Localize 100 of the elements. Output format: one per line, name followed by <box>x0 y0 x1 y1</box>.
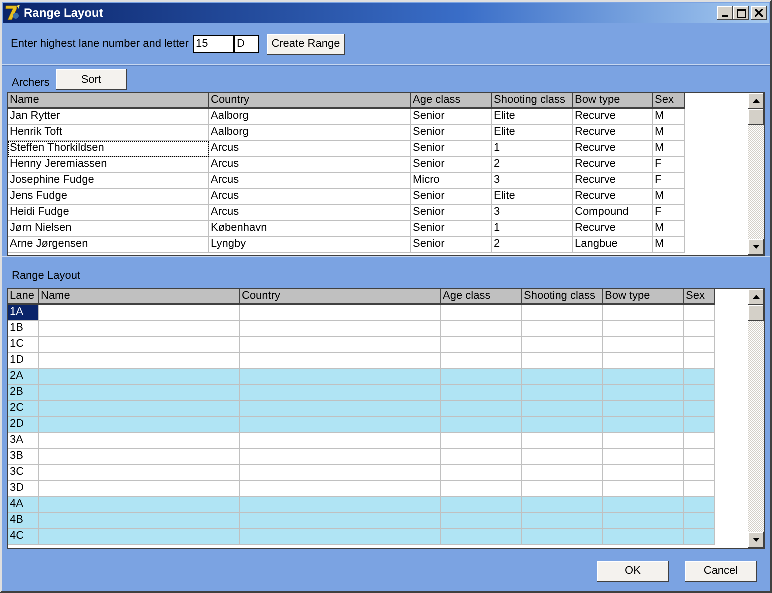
scrollbar[interactable] <box>747 289 764 548</box>
column-header[interactable]: Country <box>209 93 411 109</box>
lane-cell[interactable]: 4C <box>8 529 39 545</box>
table-row[interactable]: 4B <box>8 513 715 529</box>
column-header[interactable]: Country <box>240 289 441 305</box>
table-cell[interactable]: Steffen Thorkildsen <box>8 141 209 157</box>
table-cell[interactable]: Recurve <box>573 125 653 141</box>
cancel-button[interactable]: Cancel <box>685 560 757 582</box>
table-cell[interactable]: 3 <box>492 205 573 221</box>
column-header[interactable]: Sex <box>684 289 715 305</box>
minimize-button[interactable] <box>717 6 733 20</box>
table-cell[interactable]: Recurve <box>573 141 653 157</box>
column-header[interactable]: Sex <box>653 93 685 109</box>
table-cell[interactable]: 1 <box>492 221 573 237</box>
table-cell[interactable]: Jørn Nielsen <box>8 221 209 237</box>
table-row[interactable]: 4A <box>8 497 715 513</box>
table-cell[interactable]: København <box>209 221 411 237</box>
table-cell[interactable]: Arcus <box>209 157 411 173</box>
scrollbar[interactable] <box>747 93 764 255</box>
table-cell[interactable]: Recurve <box>573 173 653 189</box>
ok-button[interactable]: OK <box>597 560 669 582</box>
table-cell[interactable]: Henrik Toft <box>8 125 209 141</box>
table-row[interactable]: 1B <box>8 321 715 337</box>
table-row[interactable]: 2B <box>8 385 715 401</box>
table-cell[interactable]: Senior <box>411 141 492 157</box>
table-cell[interactable]: M <box>653 189 685 205</box>
scroll-thumb[interactable] <box>748 305 764 321</box>
table-cell[interactable]: M <box>653 221 685 237</box>
table-row[interactable]: 4C <box>8 529 715 545</box>
table-row[interactable]: 3C <box>8 465 715 481</box>
table-cell[interactable]: Recurve <box>573 189 653 205</box>
table-cell[interactable]: 2 <box>492 157 573 173</box>
table-cell[interactable]: Recurve <box>573 157 653 173</box>
column-header[interactable]: Name <box>39 289 240 305</box>
column-header[interactable]: Bow type <box>603 289 684 305</box>
table-cell[interactable]: Senior <box>411 205 492 221</box>
table-cell[interactable]: Aalborg <box>209 109 411 125</box>
table-cell[interactable]: Elite <box>492 189 573 205</box>
table-cell[interactable]: Recurve <box>573 109 653 125</box>
close-button[interactable] <box>751 6 767 20</box>
table-cell[interactable]: Arcus <box>209 141 411 157</box>
table-cell[interactable]: Senior <box>411 157 492 173</box>
table-cell[interactable]: M <box>653 125 685 141</box>
table-row[interactable]: 2A <box>8 369 715 385</box>
table-cell[interactable]: Jens Fudge <box>8 189 209 205</box>
column-header[interactable]: Shooting class <box>522 289 603 305</box>
table-row[interactable]: 1C <box>8 337 715 353</box>
table-cell[interactable]: 2 <box>492 237 573 253</box>
lane-cell[interactable]: 1B <box>8 321 39 337</box>
table-cell[interactable]: Jan Rytter <box>8 109 209 125</box>
scroll-up-button[interactable] <box>748 289 764 305</box>
table-row[interactable]: 3B <box>8 449 715 465</box>
lane-cell[interactable]: 1C <box>8 337 39 353</box>
table-cell[interactable]: Senior <box>411 221 492 237</box>
table-cell[interactable]: M <box>653 141 685 157</box>
table-row[interactable]: 1A <box>8 305 715 321</box>
table-cell[interactable]: 3 <box>492 173 573 189</box>
table-cell[interactable]: Elite <box>492 109 573 125</box>
lane-cell[interactable]: 1A <box>8 305 39 321</box>
table-cell[interactable]: Compound <box>573 205 653 221</box>
table-cell[interactable]: Josephine Fudge <box>8 173 209 189</box>
table-cell[interactable]: 1 <box>492 141 573 157</box>
table-cell[interactable]: Arne Jørgensen <box>8 237 209 253</box>
table-cell[interactable]: Recurve <box>573 221 653 237</box>
table-cell[interactable]: M <box>653 109 685 125</box>
table-cell[interactable]: Senior <box>411 109 492 125</box>
table-cell[interactable]: Aalborg <box>209 125 411 141</box>
column-header[interactable]: Shooting class <box>492 93 573 109</box>
table-row[interactable]: 3A <box>8 433 715 449</box>
scroll-up-button[interactable] <box>748 93 764 109</box>
maximize-button[interactable] <box>733 6 749 20</box>
table-cell[interactable]: Henny Jeremiassen <box>8 157 209 173</box>
table-row[interactable]: 2D <box>8 417 715 433</box>
table-cell[interactable]: F <box>653 157 685 173</box>
table-cell[interactable]: Micro <box>411 173 492 189</box>
table-cell[interactable]: Arcus <box>209 173 411 189</box>
column-header[interactable]: Age class <box>441 289 522 305</box>
create-range-button[interactable]: Create Range <box>266 34 345 54</box>
column-header[interactable]: Name <box>8 93 209 109</box>
scroll-thumb[interactable] <box>748 109 764 125</box>
scroll-down-button[interactable] <box>748 239 764 255</box>
lane-number-field[interactable]: 15 <box>192 35 234 53</box>
table-cell[interactable]: Arcus <box>209 189 411 205</box>
lane-cell[interactable]: 2D <box>8 417 39 433</box>
lane-cell[interactable]: 3B <box>8 449 39 465</box>
table-row[interactable]: 2C <box>8 401 715 417</box>
table-cell[interactable]: Senior <box>411 125 492 141</box>
table-cell[interactable]: Senior <box>411 189 492 205</box>
column-header[interactable]: Lane <box>8 289 39 305</box>
table-cell[interactable]: Heidi Fudge <box>8 205 209 221</box>
table-cell[interactable]: Senior <box>411 237 492 253</box>
column-header[interactable]: Bow type <box>573 93 653 109</box>
table-cell[interactable]: Langbue <box>573 237 653 253</box>
table-cell[interactable]: M <box>653 237 685 253</box>
table-cell[interactable]: Elite <box>492 125 573 141</box>
lane-cell[interactable]: 3C <box>8 465 39 481</box>
table-cell[interactable]: Lyngby <box>209 237 411 253</box>
column-header[interactable]: Age class <box>411 93 492 109</box>
table-cell[interactable]: F <box>653 205 685 221</box>
table-cell[interactable]: Arcus <box>209 205 411 221</box>
